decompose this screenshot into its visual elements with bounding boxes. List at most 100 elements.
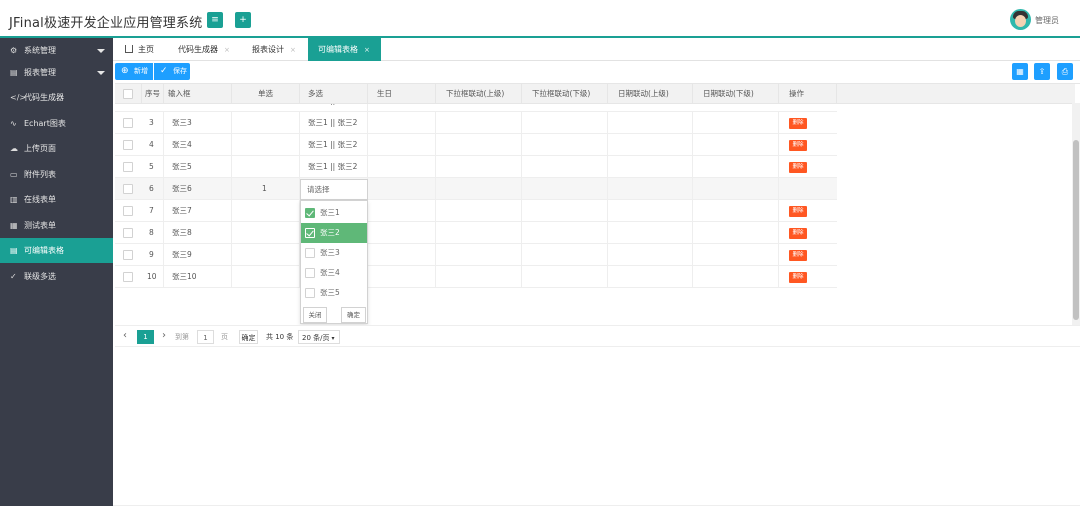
add-button[interactable]: ⊕ 新增 [115,63,153,80]
cascade-child-cell[interactable] [522,200,608,222]
radio-cell[interactable] [232,266,300,288]
date-parent-cell[interactable] [608,266,693,288]
birthday-cell[interactable] [368,178,436,200]
row-checkbox[interactable] [123,140,133,150]
date-child-cell[interactable] [693,200,779,222]
checkbox-icon[interactable] [305,268,315,278]
multiselect-option[interactable]: 张三2 [301,223,367,243]
user-avatar[interactable] [1010,9,1031,30]
cascade-child-cell[interactable] [522,222,608,244]
multi-cell[interactable]: 张三1 || 张三2 [300,156,368,178]
multi-cell[interactable]: 张三1 || 张三2 [300,104,368,111]
sidebar-item-online-form[interactable]: ▥ 在线表单 [0,187,113,212]
tab-editable-table[interactable]: 可编辑表格 × [308,38,381,61]
date-parent-cell[interactable] [608,156,693,178]
page-size-select[interactable]: 20 条/页 ▾ [298,330,340,344]
date-child-cell[interactable] [693,178,779,200]
row-checkbox[interactable] [123,206,133,216]
cascade-parent-cell[interactable] [436,178,522,200]
radio-cell[interactable] [232,134,300,156]
row-checkbox[interactable] [123,272,133,282]
cascade-child-cell[interactable] [522,134,608,156]
admin-name[interactable]: 管理员 [1035,15,1059,26]
sidebar-item-attachments[interactable]: ▭ 附件列表 [0,162,113,187]
column-header[interactable]: 操作 [779,84,837,104]
print-button[interactable]: ⎙ [1057,63,1073,80]
menu-toggle-button[interactable]: ≡ [207,12,223,28]
row-checkbox[interactable] [123,184,133,194]
row-checkbox[interactable] [123,228,133,238]
name-cell[interactable]: 张三5 [164,156,232,178]
goto-confirm-button[interactable]: 确定 [239,330,258,344]
multi-cell[interactable]: 张三1 || 张三2 [300,134,368,156]
column-header[interactable]: 下拉框联动(上级) [436,84,522,104]
tab-codegen[interactable]: 代码生成器 × [168,38,240,61]
sidebar-item-cascade[interactable]: ✓ 联级多选 [0,264,113,289]
birthday-cell[interactable] [368,244,436,266]
add-tab-button[interactable]: + [235,12,251,28]
column-header[interactable]: 下拉框联动(下级) [522,84,608,104]
name-cell[interactable]: 张三4 [164,134,232,156]
save-button[interactable]: ✓ 保存 [154,63,190,80]
multiselect-option[interactable]: 张三3 [301,243,367,263]
close-icon[interactable]: × [364,46,370,54]
row-checkbox[interactable] [123,118,133,128]
radio-cell[interactable]: 1 [232,178,300,200]
delete-button[interactable]: 删除 [789,250,807,261]
column-header[interactable]: 生日 [368,84,436,104]
scrollbar-thumb[interactable] [1073,140,1079,320]
cascade-parent-cell[interactable] [436,156,522,178]
multiselect-input[interactable]: 请选择 [300,179,368,200]
row-checkbox[interactable] [123,250,133,260]
cascade-child-cell[interactable] [522,244,608,266]
name-cell[interactable]: 张三9 [164,244,232,266]
delete-button[interactable]: 删除 [789,206,807,217]
radio-cell[interactable] [232,200,300,222]
cascade-child-cell[interactable] [522,156,608,178]
delete-button[interactable]: 删除 [789,228,807,239]
date-child-cell[interactable] [693,244,779,266]
birthday-cell[interactable] [368,156,436,178]
next-page-button[interactable]: › [162,329,166,343]
multiselect-option[interactable]: 张三4 [301,263,367,283]
checkbox-icon[interactable] [305,248,315,258]
date-child-cell[interactable] [693,222,779,244]
birthday-cell[interactable] [368,134,436,156]
radio-cell[interactable] [232,244,300,266]
date-parent-cell[interactable] [608,200,693,222]
prev-page-button[interactable]: ‹ [123,329,127,343]
sidebar-item-editable-table[interactable]: ▤ 可编辑表格 [0,238,113,263]
birthday-cell[interactable] [368,266,436,288]
cascade-parent-cell[interactable] [436,112,522,134]
close-icon[interactable]: × [224,46,230,54]
column-header[interactable]: 单选 [232,84,300,104]
multi-cell[interactable]: 张三1 || 张三2 [300,112,368,134]
radio-cell[interactable] [232,222,300,244]
name-cell[interactable]: 张三8 [164,222,232,244]
cascade-parent-cell[interactable] [436,200,522,222]
column-header[interactable]: 日期联动(下级) [693,84,779,104]
export-button[interactable]: ⇪ [1034,63,1050,80]
date-parent-cell[interactable] [608,134,693,156]
sidebar-item-test-form[interactable]: ▦ 测试表单 [0,213,113,238]
columns-filter-button[interactable]: ▦ [1012,63,1028,80]
checkbox-checked-icon[interactable] [305,208,315,218]
date-child-cell[interactable] [693,112,779,134]
delete-button[interactable]: 删除 [789,162,807,173]
close-icon[interactable]: × [290,46,296,54]
multiselect-option[interactable]: 张三1 [301,203,367,223]
cascade-parent-cell[interactable] [436,244,522,266]
goto-page-input[interactable]: 1 [197,330,214,344]
name-cell[interactable]: 张三7 [164,200,232,222]
tab-home[interactable]: 主页 [115,38,164,61]
date-child-cell[interactable] [693,134,779,156]
checkbox-checked-icon[interactable] [305,228,315,238]
row-checkbox[interactable] [123,162,133,172]
multiselect-option[interactable]: 张三5 [301,283,367,303]
column-header[interactable]: 输入框 [164,84,232,104]
radio-cell[interactable] [232,156,300,178]
date-parent-cell[interactable] [608,244,693,266]
current-page[interactable]: 1 [137,330,154,344]
date-child-cell[interactable] [693,156,779,178]
tab-report-design[interactable]: 报表设计 × [242,38,306,61]
